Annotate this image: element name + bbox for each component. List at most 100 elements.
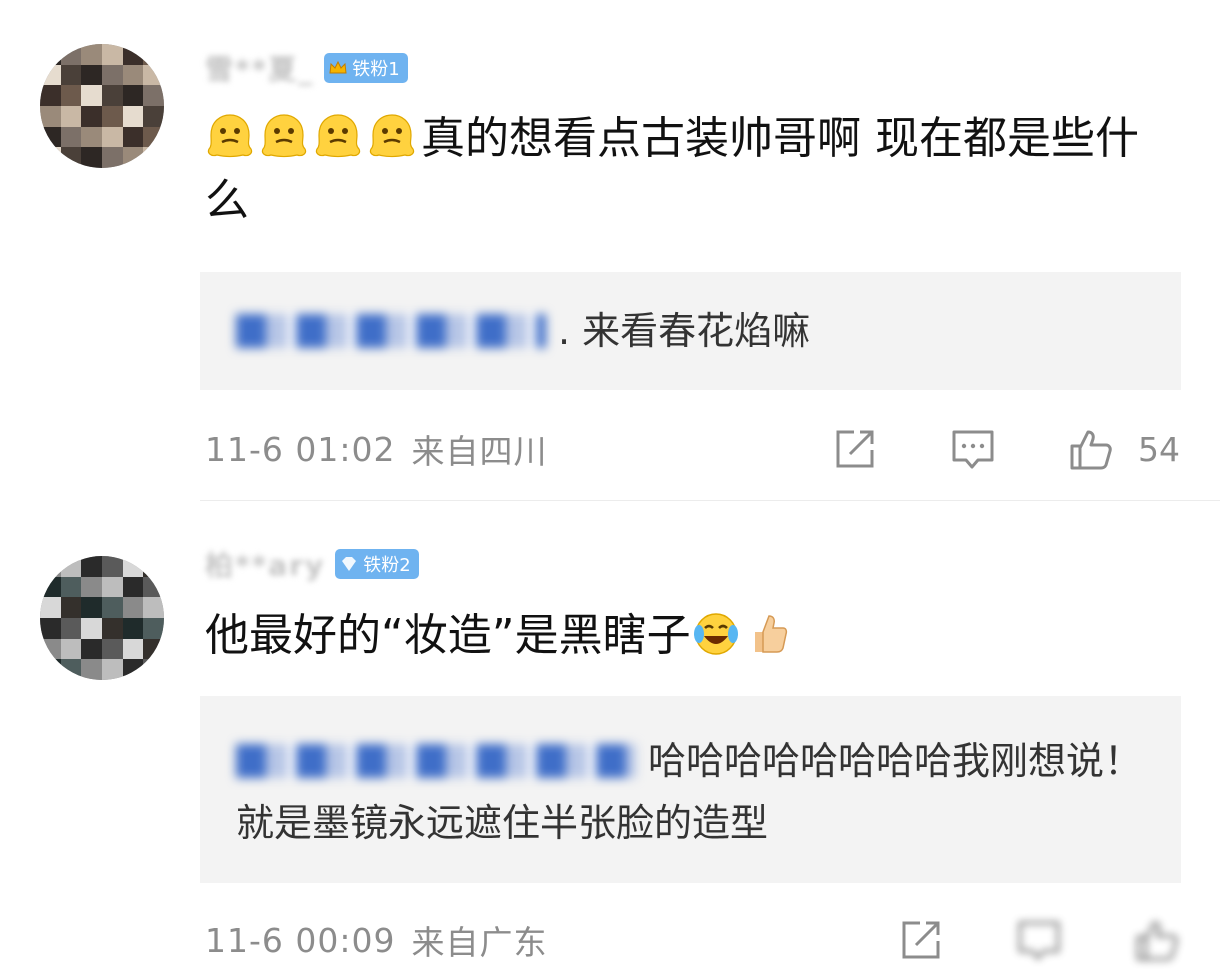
share-button[interactable] xyxy=(898,917,944,963)
avatar-pixel xyxy=(122,556,144,577)
avatar-pixel xyxy=(40,126,61,148)
avatar-pixel xyxy=(60,147,82,168)
thumbs-up-icon xyxy=(1136,921,1178,961)
avatar-pixel xyxy=(40,105,61,127)
fan-badge-label: 铁粉1 xyxy=(352,59,400,80)
like-button[interactable]: 54 xyxy=(1068,426,1180,472)
comment-header: 雪**夏_ 铁粉1 xyxy=(205,48,408,88)
avatar-pixel xyxy=(81,44,102,65)
avatar-pixel xyxy=(40,64,61,86)
username[interactable]: 柏**ary xyxy=(205,544,325,584)
share-button[interactable] xyxy=(832,426,878,472)
avatar-pixel xyxy=(81,85,102,106)
comment-text: 他最好的“妆造”是黑瞎子 xyxy=(205,605,1165,667)
avatar[interactable] xyxy=(40,44,164,168)
fan-badge[interactable]: 铁粉1 xyxy=(324,53,408,83)
avatar-pixel xyxy=(101,576,123,598)
avatar-pixel xyxy=(122,85,144,106)
reply-username[interactable] xyxy=(236,314,546,348)
crown-icon xyxy=(329,60,347,74)
like-button[interactable] xyxy=(1134,917,1180,963)
avatar-pixel xyxy=(81,597,102,618)
avatar-pixel xyxy=(122,659,144,680)
avatar-pixel xyxy=(101,105,123,127)
melting-face-icon xyxy=(207,114,253,158)
avatar-pixel xyxy=(60,64,82,86)
avatar-pixel xyxy=(143,105,164,127)
emoji-group xyxy=(205,113,421,164)
share-icon xyxy=(836,430,874,468)
comment-icon xyxy=(952,430,994,469)
avatar-pixel xyxy=(60,597,82,618)
melting-face-icon xyxy=(315,114,361,158)
avatar-pixel xyxy=(122,617,144,639)
melting-face-icon xyxy=(261,114,307,158)
avatar-pixel xyxy=(40,44,61,65)
avatar-pixel xyxy=(40,597,61,618)
reply-text: 哈哈哈哈哈哈哈哈我刚想说！就是墨镜永远遮住半张脸的造型 xyxy=(236,730,1145,854)
diamond-icon xyxy=(342,557,357,571)
reply-preview[interactable]: 哈哈哈哈哈哈哈哈我刚想说！就是墨镜永远遮住半张脸的造型 xyxy=(200,696,1181,883)
avatar-pixel xyxy=(143,617,164,639)
avatar-pixel xyxy=(81,617,102,639)
avatar-pixel xyxy=(101,617,123,639)
comment-actions: 54 xyxy=(760,424,1180,474)
avatar-pixel xyxy=(40,85,61,106)
avatar-pixel xyxy=(122,44,144,65)
username[interactable]: 雪**夏_ xyxy=(205,48,314,88)
reply-button[interactable] xyxy=(1016,917,1062,963)
avatar-pixel xyxy=(101,147,123,168)
timestamp: 11-6 00:09 xyxy=(205,920,396,960)
comment-actions xyxy=(826,915,1180,965)
fan-badge[interactable]: 铁粉2 xyxy=(335,549,419,579)
avatar-pixel xyxy=(40,659,61,680)
avatar-pixel xyxy=(60,638,82,660)
avatar-pixel xyxy=(40,617,61,639)
reply-preview[interactable]: . 来看春花焰嘛 xyxy=(200,272,1181,390)
avatar-pixel xyxy=(143,126,164,148)
avatar-pixel xyxy=(60,44,82,65)
avatar-pixel xyxy=(101,85,123,106)
laughing-crying-icon xyxy=(693,613,738,655)
avatar-pixel xyxy=(60,576,82,598)
avatar-pixel xyxy=(60,126,82,148)
avatar-pixel xyxy=(122,105,144,127)
location: 来自广东 xyxy=(411,923,548,962)
avatar[interactable] xyxy=(40,556,164,680)
reply-username[interactable] xyxy=(236,744,636,778)
avatar-pixel xyxy=(143,44,164,65)
avatar-pixel xyxy=(122,147,144,168)
avatar-pixel xyxy=(81,126,102,148)
avatar-pixel xyxy=(143,597,164,618)
avatar-pixel xyxy=(81,638,102,660)
comment-body: 他最好的“妆造”是黑瞎子 xyxy=(205,610,691,661)
fan-badge-label: 铁粉2 xyxy=(363,555,411,576)
avatar-pixel xyxy=(101,44,123,65)
avatar-pixel xyxy=(101,556,123,577)
avatar-pixel xyxy=(143,85,164,106)
thumbs-up-icon xyxy=(1070,430,1112,470)
avatar-pixel xyxy=(81,147,102,168)
avatar-pixel xyxy=(143,64,164,86)
avatar-pixel xyxy=(60,659,82,680)
avatar-pixel xyxy=(122,126,144,148)
reply-text: . 来看春花焰嘛 xyxy=(236,300,1145,362)
reply-body: . 来看春花焰嘛 xyxy=(558,309,811,353)
comment-meta: 11-6 00:09 来自广东 xyxy=(205,915,1180,965)
avatar-pixel xyxy=(122,597,144,618)
avatar-pixel xyxy=(143,556,164,577)
avatar-pixel xyxy=(81,64,102,86)
avatar-pixel xyxy=(60,85,82,106)
avatar-pixel xyxy=(81,659,102,680)
timestamp: 11-6 01:02 xyxy=(205,429,396,469)
reply-button[interactable] xyxy=(950,426,996,472)
avatar-pixel xyxy=(122,576,144,598)
comment-text: 真的想看点古装帅哥啊 现在都是些什么 xyxy=(205,108,1165,232)
avatar-pixel xyxy=(101,126,123,148)
avatar-pixel xyxy=(143,638,164,660)
avatar-pixel xyxy=(81,576,102,598)
avatar-pixel xyxy=(101,638,123,660)
comment-header: 柏**ary 铁粉2 xyxy=(205,544,419,584)
like-count: 54 xyxy=(1138,429,1180,469)
avatar-pixel xyxy=(40,556,61,577)
